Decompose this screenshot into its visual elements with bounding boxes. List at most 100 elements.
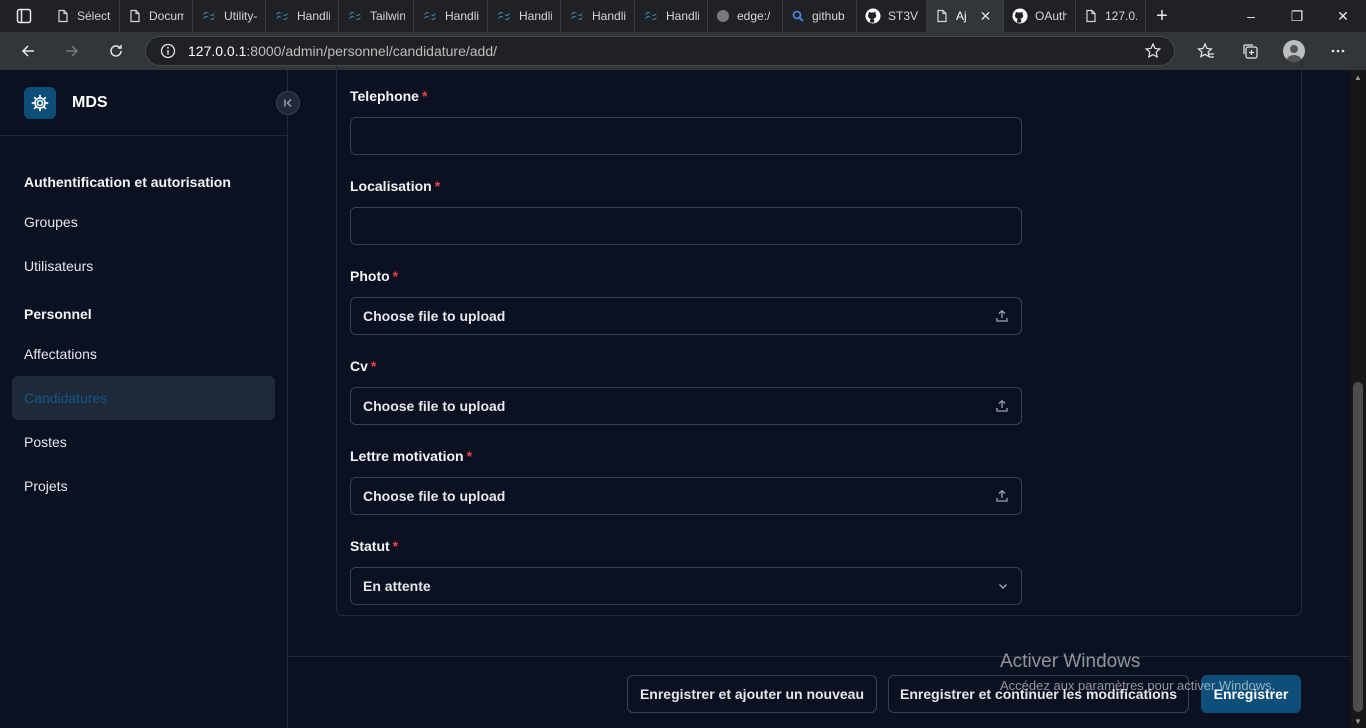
arrow-left-icon [21, 45, 34, 57]
tailwind-icon [201, 9, 217, 23]
sidebar-item-projets[interactable]: Projets [12, 464, 275, 508]
sidebar-item-groupes[interactable]: Groupes [12, 200, 275, 244]
github-icon [865, 8, 881, 24]
favorite-add-icon[interactable] [1144, 42, 1162, 60]
close-tab-icon[interactable]: ✕ [980, 8, 992, 25]
browser-tab[interactable]: Sélecti [48, 0, 120, 32]
browser-tab[interactable]: Handli [414, 0, 488, 32]
scroll-down-icon[interactable]: ▼ [1350, 714, 1366, 728]
settings-more-button[interactable] [1316, 32, 1360, 70]
brand-logo[interactable] [24, 86, 56, 119]
save-and-continue-button[interactable]: Enregistrer et continuer les modificatio… [888, 675, 1189, 713]
chevron-down-icon [997, 580, 1009, 592]
browser-tab[interactable]: OAuth [1004, 0, 1076, 32]
cv-file-input[interactable]: Choose file to upload [350, 387, 1022, 425]
arrow-right-icon [66, 45, 79, 57]
gear-icon [31, 94, 49, 111]
save-button[interactable]: Enregistrer [1201, 675, 1301, 713]
sidebar-section-title: Authentification et autorisation [24, 174, 231, 190]
tailwind-icon [496, 9, 512, 23]
form-footer: Enregistrer et ajouter un nouveau Enregi… [288, 656, 1350, 728]
statut-select[interactable]: En attente [350, 567, 1022, 605]
browser-tab-active[interactable]: Aj ✕ [927, 0, 1004, 32]
browser-tab[interactable]: Tailwin [339, 0, 414, 32]
save-and-add-button[interactable]: Enregistrer et ajouter un nouveau [627, 675, 877, 713]
tab-title: Sélecti [77, 9, 111, 23]
refresh-button[interactable] [94, 32, 138, 70]
back-button[interactable] [6, 32, 50, 70]
browser-tab[interactable]: github [783, 0, 857, 32]
telephone-label: Telephone * [350, 88, 428, 104]
page-icon [128, 9, 142, 23]
scroll-thumb[interactable] [1353, 382, 1363, 712]
upload-icon [995, 489, 1009, 503]
tab-title: edge:/ [737, 9, 771, 23]
tab-actions-icon [16, 8, 32, 24]
brand: MDS [0, 70, 300, 136]
tab-title: Handli [519, 9, 552, 23]
photo-file-input[interactable]: Choose file to upload [350, 297, 1022, 335]
photo-file-placeholder: Choose file to upload [363, 308, 506, 324]
tab-actions-button[interactable] [0, 0, 48, 32]
browser-tab[interactable]: Handli [561, 0, 635, 32]
browser-tab[interactable]: Docum [120, 0, 193, 32]
browser-tab[interactable]: Utility- [193, 0, 266, 32]
window-controls: – ❐ ✕ [1228, 0, 1366, 32]
tab-title: Tailwin [370, 9, 405, 23]
info-icon [160, 43, 176, 59]
more-dots-icon [1331, 49, 1345, 53]
tab-title: Handli [445, 9, 479, 23]
tab-title: github [812, 9, 845, 23]
minimize-button[interactable]: – [1228, 0, 1274, 32]
tailwind-icon [569, 9, 585, 23]
lettre-file-placeholder: Choose file to upload [363, 488, 506, 504]
new-tab-button[interactable]: + [1146, 0, 1178, 32]
brand-name: MDS [72, 93, 108, 111]
tab-title: ST3V3I [888, 9, 918, 23]
url-path: :8000/admin/personnel/candidature/add/ [246, 43, 498, 59]
forward-button[interactable] [50, 32, 94, 70]
localisation-input[interactable] [350, 207, 1022, 245]
telephone-field-group: Telephone * [350, 88, 1022, 155]
localisation-field-group: Localisation * [350, 178, 1022, 245]
tab-title: Handli [297, 9, 330, 23]
github-icon [1012, 8, 1028, 24]
close-window-button[interactable]: ✕ [1320, 0, 1366, 32]
lettre-motivation-field-group: Lettre motivation * Choose file to upload [350, 448, 1022, 515]
sidebar-item-utilisateurs[interactable]: Utilisateurs [12, 244, 275, 288]
cv-field-group: Cv * Choose file to upload [350, 358, 1022, 425]
browser-tab-bar: Sélecti Docum Utility- Handli Tailwin Handli H… [0, 0, 1366, 32]
lettre-motivation-file-input[interactable]: Choose file to upload [350, 477, 1022, 515]
page-icon [1084, 9, 1098, 23]
tailwind-icon [347, 9, 363, 23]
sidebar-item-candidatures[interactable]: Candidatures [12, 376, 275, 420]
sidebar-item-postes[interactable]: Postes [12, 420, 275, 464]
sidebar-nav: Authentification et autorisation Groupes U… [0, 136, 287, 508]
statut-label: Statut * [350, 538, 399, 554]
photo-label: Photo * [350, 268, 399, 284]
upload-icon [995, 309, 1009, 323]
browser-tab[interactable]: ST3V3I [857, 0, 927, 32]
cv-file-placeholder: Choose file to upload [363, 398, 506, 414]
browser-tab[interactable]: Handli [635, 0, 708, 32]
localisation-label: Localisation * [350, 178, 441, 194]
page-scrollbar[interactable]: ▲ ▼ [1350, 70, 1366, 728]
photo-field-group: Photo * Choose file to upload [350, 268, 1022, 335]
browser-tab[interactable]: Handli [266, 0, 339, 32]
url-host: 127.0.0.1 [188, 43, 247, 59]
restore-button[interactable]: ❐ [1274, 0, 1320, 32]
sidebar-item-affectations[interactable]: Affectations [12, 332, 275, 376]
scroll-up-icon[interactable]: ▲ [1350, 70, 1366, 84]
browser-tab[interactable]: 127.0.0 [1076, 0, 1146, 32]
tailwind-icon [274, 9, 290, 23]
statut-selected-value: En attente [363, 578, 431, 594]
form-card: Telephone * Localisation * Photo * Choose f… [336, 60, 1302, 616]
browser-tab[interactable]: edge:/ [708, 0, 783, 32]
sidebar-section-title: Personnel [24, 306, 92, 322]
refresh-icon [110, 45, 122, 57]
search-icon [791, 9, 805, 23]
main-content: Telephone * Localisation * Photo * Choose f… [288, 60, 1350, 728]
browser-tab[interactable]: Handli [488, 0, 561, 32]
telephone-input[interactable] [350, 117, 1022, 155]
upload-icon [995, 399, 1009, 413]
